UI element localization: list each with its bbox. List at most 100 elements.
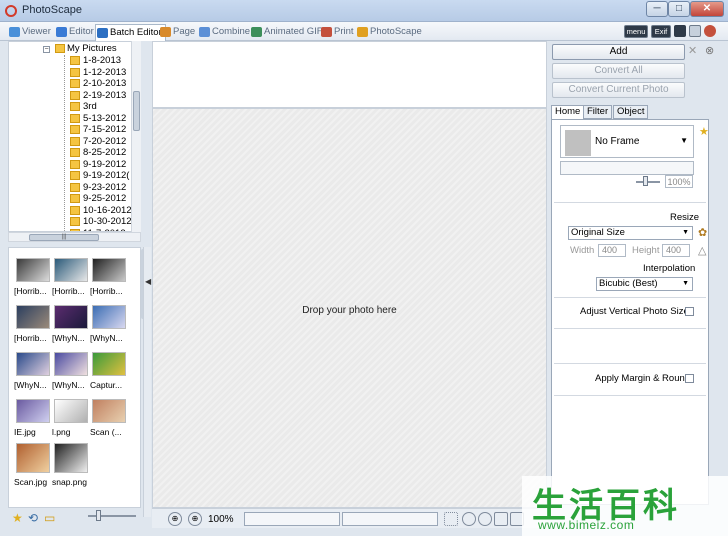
add-button[interactable]: Add — [552, 44, 685, 60]
scrollbar-thumb[interactable] — [133, 91, 140, 131]
app-logo-icon — [5, 5, 17, 17]
thumbnail-item[interactable]: [WhyN... — [14, 352, 52, 390]
tab-filter[interactable]: Filter — [583, 105, 613, 119]
tree-item[interactable]: 9-19-2012( — [68, 170, 129, 182]
tree-item[interactable]: 1-12-2013 — [68, 67, 126, 79]
convert-current-button[interactable]: Convert Current Photo — [552, 82, 685, 98]
thumbnail-item[interactable]: l.png — [52, 399, 90, 437]
thumbnail-item[interactable]: Scan.jpg — [14, 443, 52, 487]
thumbnail-item[interactable]: Scan (... — [90, 399, 128, 437]
folder-icon — [70, 79, 80, 88]
tree-item[interactable]: 9-25-2012 — [68, 193, 126, 205]
tree-item[interactable]: 1-8-2013 — [68, 55, 121, 67]
collapse-arrow-icon[interactable]: ◀ — [145, 277, 151, 286]
minimize-button[interactable]: ─ — [646, 1, 668, 17]
thumbnail-item[interactable]: Captur... — [90, 352, 128, 390]
tab-photoscape[interactable]: PhotoScape — [356, 24, 422, 40]
favorite-star-icon[interactable]: ★ — [12, 511, 23, 525]
tab-editor[interactable]: Editor — [55, 24, 94, 40]
fit-screen-icon[interactable] — [444, 512, 458, 526]
refresh-icon[interactable]: ⟲ — [28, 511, 38, 525]
panel-splitter[interactable]: ◀ — [143, 247, 151, 517]
height-input[interactable]: 400 — [662, 244, 690, 257]
zoom-in-icon[interactable]: ⊕ — [188, 512, 202, 526]
tree-item-label: 9-23-2012 — [83, 181, 127, 193]
tree-item[interactable]: 8-25-2012 — [68, 147, 126, 159]
tree-item-label: 10-30-2012 — [83, 216, 132, 227]
tab-label: PhotoScape — [370, 26, 422, 37]
thumbnail-item[interactable]: [WhyN... — [52, 352, 90, 390]
tree-item[interactable]: 9-19-2012 — [68, 159, 126, 171]
tab-object[interactable]: Object — [613, 105, 649, 119]
tree-item-label: 9-19-2012( — [83, 170, 130, 181]
settings-icon[interactable]: ✿ — [698, 226, 707, 239]
copy-icon[interactable] — [689, 25, 701, 37]
rotate-left-icon[interactable] — [462, 512, 476, 526]
tree-item[interactable]: 10-16-2012 — [68, 205, 132, 217]
thumbnail-item[interactable]: [WhyN... — [52, 305, 90, 343]
thumbnail-item[interactable]: IE.jpg — [14, 399, 52, 437]
interpolation-select[interactable]: Bicubic (Best) ▼ — [596, 277, 693, 291]
thumbnail-item[interactable]: [Horrib... — [90, 258, 128, 296]
tree-item[interactable]: 9-23-2012 — [68, 182, 126, 194]
lock-ratio-icon[interactable]: △ — [698, 244, 706, 257]
tree-item[interactable]: 5-13-2012 — [68, 113, 126, 125]
tab-animated-gif[interactable]: Animated GIF — [250, 24, 323, 40]
thumbnail-label: [WhyN... — [90, 333, 123, 343]
thumbnail-item[interactable]: [WhyN... — [90, 305, 128, 343]
tab-label: Viewer — [22, 26, 51, 37]
help-icon[interactable] — [704, 25, 716, 37]
window-mode-icon[interactable] — [674, 25, 686, 37]
frame-selector[interactable]: No Frame ▼ — [560, 125, 694, 158]
tab-page[interactable]: Page — [159, 24, 195, 40]
exif-button[interactable]: Exif — [651, 25, 671, 38]
tree-item[interactable]: 7-20-2012 — [68, 136, 126, 148]
title-bar: PhotoScape ─ □ ✕ — [0, 0, 728, 22]
scrollbar-thumb[interactable]: ||| — [29, 234, 99, 241]
rotate-right-icon[interactable] — [478, 512, 492, 526]
remove-icon[interactable]: ✕ — [688, 44, 697, 57]
tab-print[interactable]: Print — [320, 24, 354, 40]
collapse-icon[interactable]: − — [43, 46, 50, 53]
thumbnail-label: [Horrib... — [14, 333, 47, 343]
thumbnail-item[interactable]: [Horrib... — [14, 305, 52, 343]
close-button[interactable]: ✕ — [690, 1, 724, 17]
apply-margin-checkbox[interactable] — [685, 374, 694, 383]
tree-vertical-scrollbar[interactable] — [131, 41, 141, 232]
thumbnail-item[interactable]: [Horrib... — [14, 258, 52, 296]
tab-batch-editor[interactable]: Batch Editor — [95, 24, 166, 41]
resize-select[interactable]: Original Size ▼ — [568, 226, 693, 240]
tree-item-label: 8-25-2012 — [83, 147, 127, 158]
tree-item[interactable]: 2-19-2013 — [68, 90, 126, 102]
tree-item[interactable]: 7-15-2012 — [68, 124, 126, 136]
tree-root-my-pictures[interactable]: − My Pictures — [43, 43, 117, 55]
apply-margin-label: Apply Margin & Round — [595, 373, 691, 384]
divider — [554, 363, 706, 364]
tree-horizontal-scrollbar[interactable]: ||| — [8, 232, 141, 242]
remove-all-icon[interactable]: ⊗ — [705, 44, 714, 57]
thumbnail-label: [WhyN... — [52, 380, 85, 390]
thumbnail-item[interactable]: [Horrib... — [52, 258, 90, 296]
menu-button[interactable]: menu — [624, 25, 648, 38]
tab-viewer[interactable]: Viewer — [8, 24, 51, 40]
width-input[interactable]: 400 — [598, 244, 626, 257]
convert-all-button[interactable]: Convert All — [552, 63, 685, 79]
slider-knob[interactable] — [643, 176, 648, 186]
tab-home[interactable]: Home — [551, 105, 585, 120]
folder-icon — [70, 136, 80, 146]
tab-combine[interactable]: Combine — [198, 24, 250, 40]
flip-icon[interactable] — [494, 512, 508, 526]
zoom-fit-icon[interactable]: ⊕ — [168, 512, 182, 526]
frame-opacity-slider[interactable] — [636, 181, 660, 183]
tree-item[interactable]: 10-30-2012 — [68, 216, 132, 228]
favorite-star-icon[interactable]: ★ — [699, 125, 709, 138]
adjust-vertical-checkbox[interactable] — [685, 307, 694, 316]
tree-item[interactable]: 3rd — [68, 101, 97, 113]
frame-option-field[interactable] — [560, 161, 694, 175]
slider-knob[interactable] — [96, 510, 101, 521]
thumbnail-item[interactable]: snap.png — [52, 443, 90, 487]
maximize-button[interactable]: □ — [668, 1, 690, 17]
tree-item[interactable]: 2-10-2013 — [68, 78, 126, 90]
open-folder-icon[interactable]: ▭ — [44, 511, 55, 525]
drop-canvas[interactable]: Drop your photo here — [152, 108, 547, 508]
